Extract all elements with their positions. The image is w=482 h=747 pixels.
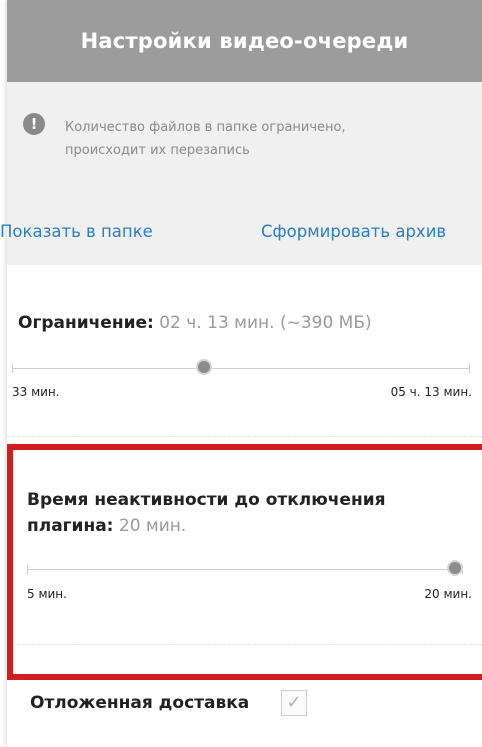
inactivity-value: 20 мин. xyxy=(118,516,187,536)
panel-title: Настройки видео-очереди xyxy=(80,29,409,53)
delayed-delivery-checkbox[interactable]: ✓ xyxy=(281,690,307,716)
inactivity-title-line1: Время неактивности до отключения xyxy=(27,490,386,510)
section-divider xyxy=(7,436,482,437)
limit-label: Ограничение: 02 ч. 13 мин. (~390 МБ) xyxy=(18,313,372,333)
info-message-line2: происходит их перезапись xyxy=(65,143,250,158)
limit-title: Ограничение: xyxy=(18,313,154,333)
limit-slider-tick-end xyxy=(469,364,470,373)
inactivity-slider-track xyxy=(27,569,463,570)
show-in-folder-link[interactable]: Показать в папке xyxy=(0,222,153,241)
video-queue-settings-panel: Настройки видео-очереди ! Количество фай… xyxy=(0,0,482,747)
delayed-delivery-label: Отложенная доставка xyxy=(30,693,250,713)
limit-slider-tick-start xyxy=(12,364,13,373)
info-message: Количество файлов в папке ограничено, пр… xyxy=(65,116,445,162)
create-archive-link[interactable]: Сформировать архив xyxy=(261,222,446,241)
limit-slider[interactable] xyxy=(12,359,470,379)
inactivity-label: Время неактивности до отключения плагина… xyxy=(27,487,447,539)
limit-slider-thumb[interactable] xyxy=(196,359,213,375)
info-section: ! Количество файлов в папке ограничено, … xyxy=(0,82,482,265)
limit-max-label: 05 ч. 13 мин. xyxy=(390,385,472,399)
info-message-line1: Количество файлов в папке ограничено, xyxy=(65,120,346,135)
exclamation-icon: ! xyxy=(23,113,45,135)
section-divider-2 xyxy=(7,644,482,645)
limit-min-label: 33 мин. xyxy=(12,385,60,399)
inactivity-slider-tick-start xyxy=(27,565,28,574)
panel-header: Настройки видео-очереди xyxy=(7,0,482,82)
limit-slider-track xyxy=(12,368,470,369)
inactivity-slider-thumb[interactable] xyxy=(447,560,463,576)
inactivity-max-label: 20 мин. xyxy=(424,587,472,601)
screenshot-frame: Настройки видео-очереди ! Количество фай… xyxy=(0,0,482,747)
inactivity-title-line2: плагина: xyxy=(27,516,114,536)
inactivity-slider[interactable] xyxy=(27,560,463,580)
checkmark-icon: ✓ xyxy=(286,692,302,713)
inactivity-min-label: 5 мин. xyxy=(27,587,67,601)
limit-value: 02 ч. 13 мин. (~390 МБ) xyxy=(159,313,372,333)
